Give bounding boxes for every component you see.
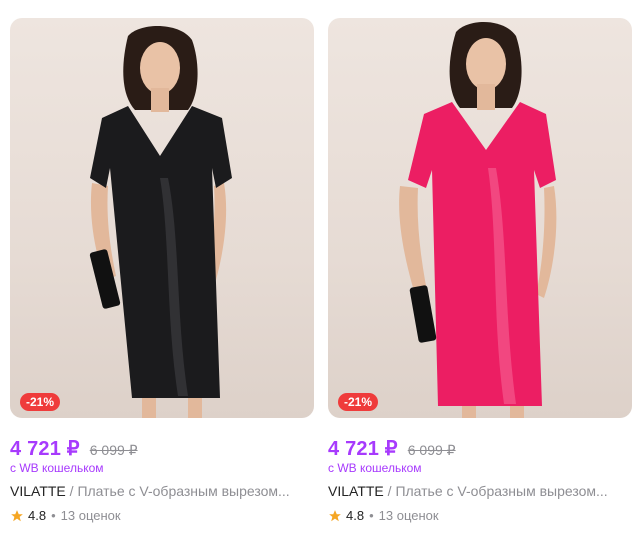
rating-value: 4.8 (346, 508, 365, 523)
title-separator: / (387, 483, 392, 499)
dot-separator: • (369, 508, 374, 523)
current-price: 4 721 ₽ (10, 438, 80, 460)
reviews-count[interactable]: 13 оценок (61, 508, 121, 523)
reviews-count[interactable]: 13 оценок (379, 508, 439, 523)
title-separator: / (69, 483, 74, 499)
discount-badge: -21% (338, 393, 379, 411)
brand-name: VILATTE (10, 483, 66, 499)
dot-separator: • (51, 508, 56, 523)
rating-value: 4.8 (28, 508, 47, 523)
product-title[interactable]: VILATTE / Платье с V-образным вырезом... (328, 483, 628, 499)
product-card[interactable]: -21% 4 721 ₽ 6 099 ₽ с WB кошельком VILA… (328, 18, 632, 523)
old-price: 6 099 ₽ (407, 442, 456, 458)
old-price: 6 099 ₽ (89, 442, 138, 458)
current-price: 4 721 ₽ (328, 438, 398, 460)
brand-name: VILATTE (328, 483, 384, 499)
product-photo[interactable]: -21% (328, 18, 632, 418)
model-illustration (89, 25, 232, 418)
rating-row: 4.8 • 13 оценок (328, 508, 632, 523)
star-icon (11, 509, 23, 521)
discount-badge: -21% (20, 393, 61, 411)
product-grid: -21% 4 721 ₽ 6 099 ₽ с WB кошельком VILA… (0, 0, 640, 541)
product-name: Платье с V-образным вырезом... (395, 483, 608, 499)
wallet-note: с WB кошельком (328, 461, 422, 475)
model-illustration (399, 21, 557, 418)
product-name: Платье с V-образным вырезом... (77, 483, 290, 499)
product-card[interactable]: -21% 4 721 ₽ 6 099 ₽ с WB кошельком VILA… (10, 18, 314, 523)
star-icon (329, 509, 341, 521)
product-photo[interactable]: -21% (10, 18, 314, 418)
rating-row: 4.8 • 13 оценок (10, 508, 314, 523)
product-title[interactable]: VILATTE / Платье с V-образным вырезом... (10, 483, 310, 499)
wallet-note: с WB кошельком (10, 461, 104, 475)
price-row: 4 721 ₽ 6 099 ₽ (10, 436, 314, 460)
price-row: 4 721 ₽ 6 099 ₽ (328, 436, 632, 460)
